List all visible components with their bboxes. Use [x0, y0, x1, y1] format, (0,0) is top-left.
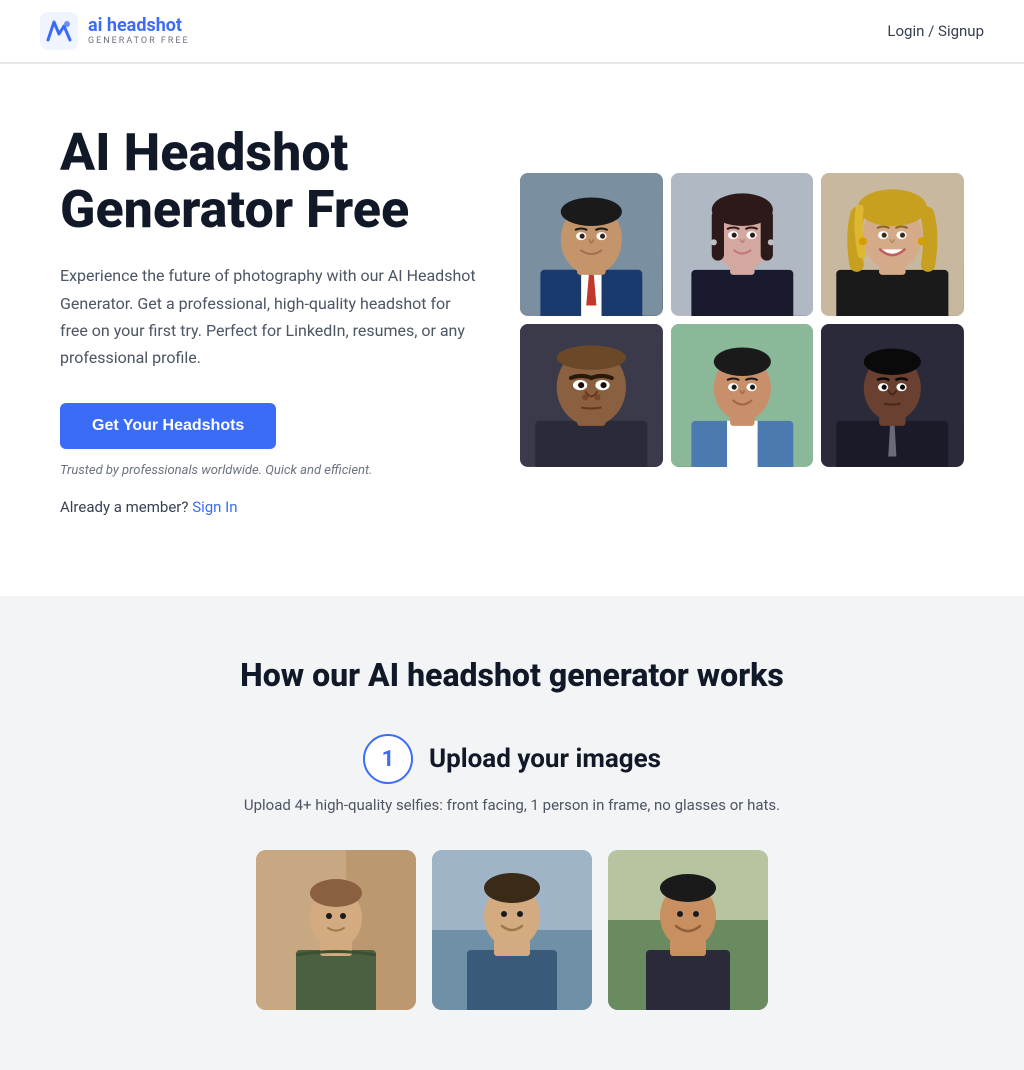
sample-image-1 [256, 850, 416, 1010]
step-1: 1 Upload your images Upload 4+ high-qual… [40, 734, 984, 1010]
hero-section: AI Headshot Generator Free Experience th… [0, 64, 1024, 596]
headshot-grid [520, 173, 964, 466]
headshot-photo-5 [671, 324, 814, 467]
sample-image-3 [608, 850, 768, 1010]
hero-description: Experience the future of photography wit… [60, 262, 480, 371]
hero-left: AI Headshot Generator Free Experience th… [60, 124, 480, 516]
sample-image-2 [432, 850, 592, 1010]
get-headshots-button[interactable]: Get Your Headshots [60, 403, 276, 449]
logo: ai headshot GENERATOR FREE [40, 12, 190, 50]
sign-in-link[interactable]: Sign In [192, 498, 237, 516]
login-signup-link[interactable]: Login / Signup [887, 22, 984, 40]
headshot-photo-4 [520, 324, 663, 467]
headshot-photo-3 [821, 173, 964, 316]
logo-subtitle: GENERATOR FREE [88, 37, 190, 46]
headshot-photo-2 [671, 173, 814, 316]
trust-text: Trusted by professionals worldwide. Quic… [60, 463, 480, 478]
how-it-works-title: How our AI headshot generator works [40, 656, 984, 694]
how-it-works-section: How our AI headshot generator works 1 Up… [0, 596, 1024, 1070]
headshot-photo-1 [520, 173, 663, 316]
hero-title: AI Headshot Generator Free [60, 124, 480, 238]
step-1-title: Upload your images [429, 744, 661, 774]
sample-images-row [256, 850, 768, 1010]
header: ai headshot GENERATOR FREE Login / Signu… [0, 0, 1024, 63]
step-1-number: 1 [363, 734, 413, 784]
logo-icon [40, 12, 78, 50]
logo-text: ai headshot GENERATOR FREE [88, 17, 190, 46]
step-1-header: 1 Upload your images [363, 734, 661, 784]
logo-title: ai headshot [88, 17, 190, 35]
headshot-photo-6 [821, 324, 964, 467]
step-1-description: Upload 4+ high-quality selfies: front fa… [244, 796, 780, 814]
member-text: Already a member? Sign In [60, 498, 480, 516]
